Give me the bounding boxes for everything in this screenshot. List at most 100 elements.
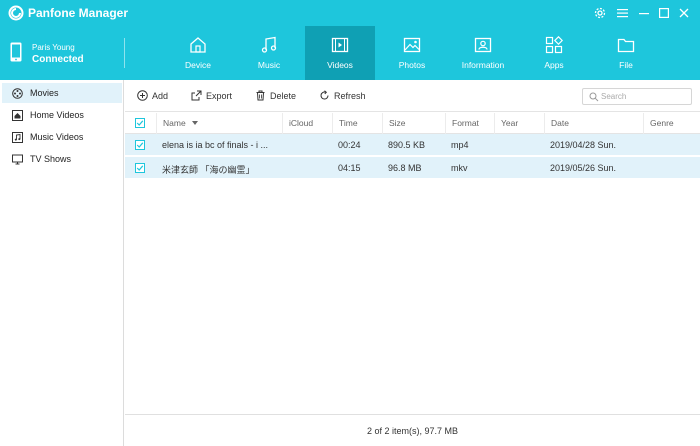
cell-date: 2019/04/28 Sun. — [550, 140, 617, 150]
column-date[interactable]: Date — [544, 113, 643, 134]
tab-apps[interactable]: Apps — [519, 26, 589, 80]
delete-button[interactable]: Delete — [255, 89, 303, 103]
column-label: Size — [389, 118, 406, 128]
tab-label: Device — [185, 60, 211, 70]
tv-icon — [12, 154, 23, 165]
column-year[interactable]: Year — [494, 113, 544, 134]
column-label: iCloud — [289, 118, 314, 128]
column-label: Time — [339, 118, 358, 128]
title-bar: Panfone Manager — [0, 0, 700, 26]
export-label: Export — [206, 91, 233, 101]
column-time[interactable]: Time — [332, 113, 382, 134]
refresh-button[interactable]: Refresh — [319, 89, 371, 103]
row-checkbox[interactable] — [135, 163, 145, 173]
cell-name: 米津玄師 「海の幽霊」 — [162, 165, 255, 175]
tab-label: Apps — [544, 60, 564, 70]
sidebar-item-label: Movies — [30, 88, 59, 98]
column-label: Genre — [650, 118, 674, 128]
plus-circle-icon — [137, 90, 148, 101]
cell-time: 04:15 — [338, 163, 361, 173]
app-window: Panfone Manager Paris Young Connected De… — [0, 0, 700, 446]
nav-divider — [124, 38, 125, 68]
music-video-icon — [12, 132, 23, 143]
cell-format: mp4 — [451, 140, 469, 150]
add-button[interactable]: Add — [137, 89, 177, 103]
cell-time: 00:24 — [338, 140, 361, 150]
search-box[interactable] — [582, 88, 692, 105]
column-label: Date — [551, 118, 569, 128]
close-icon[interactable] — [676, 5, 692, 21]
device-status: Connected — [32, 54, 84, 65]
phone-icon — [10, 42, 22, 62]
search-icon — [589, 92, 599, 102]
minimize-icon[interactable] — [636, 5, 652, 21]
house-icon — [12, 110, 23, 121]
sidebar-item-tv-shows[interactable]: TV Shows — [2, 149, 122, 169]
main-panel: Add Export Delete Refresh Search Name iC… — [125, 80, 700, 446]
toolbar: Add Export Delete Refresh — [125, 80, 700, 112]
export-icon — [191, 90, 202, 101]
export-button[interactable]: Export — [191, 89, 241, 103]
tab-device[interactable]: Device — [163, 26, 233, 80]
add-label: Add — [152, 91, 169, 101]
cell-size: 96.8 MB — [388, 163, 422, 173]
home-icon — [189, 36, 207, 54]
film-icon — [331, 36, 349, 54]
cell-format: mkv — [451, 163, 468, 173]
column-name[interactable]: Name — [156, 113, 282, 134]
tab-label: File — [619, 60, 633, 70]
table-header: Name iCloud Time Size Format Year Date G… — [125, 113, 700, 134]
tab-label: Information — [461, 60, 505, 70]
apps-grid-icon — [545, 35, 564, 54]
sidebar: Movies Home Videos Music Videos TV Shows — [0, 80, 124, 446]
tab-label: Photos — [398, 60, 426, 70]
sidebar-item-label: Music Videos — [30, 132, 84, 142]
folder-icon — [617, 36, 635, 54]
status-bar: 2 of 2 item(s), 97.7 MB — [125, 414, 700, 446]
column-name-label: Name — [163, 118, 186, 128]
tab-file[interactable]: File — [591, 26, 661, 80]
tab-label: Music — [257, 60, 281, 70]
table-row[interactable]: 米津玄師 「海の幽霊」 04:15 96.8 MB mkv 2019/05/26… — [125, 157, 700, 179]
sidebar-item-movies[interactable]: Movies — [2, 83, 122, 103]
column-size[interactable]: Size — [382, 113, 445, 134]
sidebar-item-label: TV Shows — [30, 154, 72, 164]
column-label: Year — [501, 118, 519, 128]
cell-size: 890.5 KB — [388, 140, 426, 150]
maximize-icon[interactable] — [656, 5, 672, 21]
device-name: Paris Young — [32, 43, 75, 52]
app-title: Panfone Manager — [28, 6, 129, 20]
table-row[interactable]: elena is ia bc of finals - i ... 00:24 8… — [125, 134, 700, 156]
column-format[interactable]: Format — [445, 113, 494, 134]
search-input[interactable] — [601, 91, 687, 102]
delete-label: Delete — [270, 91, 297, 101]
sidebar-item-home-videos[interactable]: Home Videos — [2, 105, 122, 125]
cell-name: elena is ia bc of finals - i ... — [162, 140, 269, 150]
column-label: Format — [452, 118, 479, 128]
contact-card-icon — [474, 36, 492, 54]
trash-icon — [255, 90, 266, 101]
settings-icon[interactable] — [592, 5, 608, 21]
tab-music[interactable]: Music — [234, 26, 304, 80]
tab-videos[interactable]: Videos — [305, 26, 375, 80]
menu-icon[interactable] — [614, 5, 630, 21]
device-info[interactable]: Paris Young Connected — [0, 26, 124, 80]
column-icloud[interactable]: iCloud — [282, 113, 332, 134]
tab-photos[interactable]: Photos — [377, 26, 447, 80]
sidebar-item-label: Home Videos — [30, 110, 84, 120]
top-navigation: Paris Young Connected Device Music Video… — [0, 26, 700, 80]
panfone-logo-icon — [8, 5, 24, 21]
cell-date: 2019/05/26 Sun. — [550, 163, 617, 173]
sidebar-item-music-videos[interactable]: Music Videos — [2, 127, 122, 147]
image-icon — [403, 36, 421, 54]
refresh-icon — [319, 90, 330, 101]
film-reel-icon — [12, 88, 23, 99]
row-checkbox[interactable] — [135, 140, 145, 150]
tab-label: Videos — [327, 60, 353, 70]
sort-down-icon — [192, 118, 199, 128]
refresh-label: Refresh — [334, 91, 366, 101]
tab-information[interactable]: Information — [448, 26, 518, 80]
column-genre[interactable]: Genre — [643, 113, 700, 134]
select-all-checkbox[interactable] — [135, 118, 145, 128]
status-text: 2 of 2 item(s), 97.7 MB — [366, 426, 459, 436]
